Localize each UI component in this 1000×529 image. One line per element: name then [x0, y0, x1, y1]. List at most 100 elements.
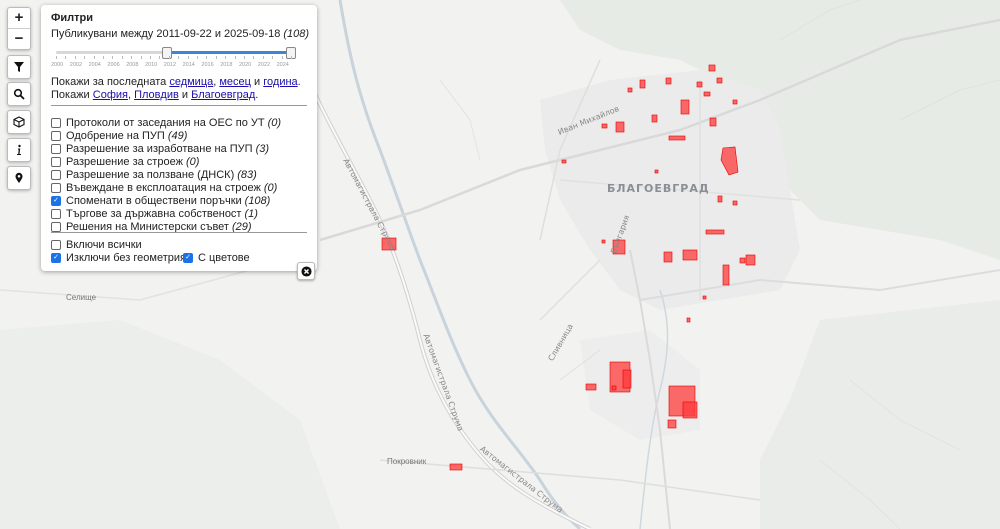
link-plovdiv[interactable]: Пловдив	[134, 89, 179, 101]
slider-tick-label: 2004	[88, 62, 101, 68]
slider-tick	[103, 56, 104, 59]
plot	[639, 79, 646, 89]
category-option[interactable]: ✓ Споменати в обществени поръчки (108)	[51, 194, 270, 207]
slider-tick-label: 2002	[69, 62, 83, 68]
checkbox[interactable]	[51, 208, 61, 219]
divider	[51, 105, 307, 106]
slider-tick-label: 2024	[276, 62, 289, 68]
category-option[interactable]: Разрешение за строеж (0)	[51, 155, 199, 168]
plot	[680, 99, 690, 115]
quick-filters: Покажи за последната седмица, месец и го…	[51, 76, 301, 101]
plot	[627, 87, 633, 93]
slider-tick	[234, 56, 236, 59]
category-label: Въвеждане в експлоатация на строеж	[66, 181, 261, 194]
plot	[709, 117, 717, 127]
slider-tick	[281, 56, 283, 59]
slider-tick-label: 2008	[126, 62, 139, 68]
checkbox[interactable]: ✓	[51, 252, 61, 263]
filter-icon	[14, 62, 24, 72]
slider-tick	[74, 56, 76, 59]
slider-range-fill	[165, 51, 291, 54]
slider-tick	[112, 56, 114, 59]
plot	[601, 239, 606, 244]
checkbox[interactable]	[51, 182, 61, 193]
option-with-colors[interactable]: ✓ С цветове	[183, 251, 250, 264]
link-blagoevgrad[interactable]: Благоевград	[191, 89, 255, 101]
link-sofia[interactable]: София	[93, 89, 128, 101]
checkbox[interactable]	[51, 130, 61, 141]
village-label-pokrovnik: Покровник	[387, 457, 427, 466]
zoom-control: + −	[7, 7, 31, 50]
zoom-in-button[interactable]: +	[8, 8, 30, 28]
slider-tick-label: 2020	[239, 62, 252, 68]
category-label: Протоколи от заседания на ОЕС по УТ	[66, 116, 265, 129]
category-label: Разрешение за ползване (ДНСК)	[66, 168, 235, 181]
slider-tick-label: 2016	[201, 62, 214, 68]
plot	[732, 200, 738, 206]
slider-tick	[253, 56, 255, 59]
slider-tick	[197, 56, 198, 59]
city-label: БЛАГОЕВГРАД	[607, 182, 710, 195]
info-button[interactable]	[7, 138, 31, 162]
option-include-all[interactable]: Включи всички	[51, 238, 142, 251]
category-label: Търгове за държавна собственост	[66, 207, 242, 220]
category-label: Споменати в обществени поръчки	[66, 194, 242, 207]
category-count: (49)	[167, 129, 188, 142]
checkbox[interactable]	[51, 117, 61, 128]
category-option[interactable]: Въвеждане в експлоатация на строеж (0)	[51, 181, 277, 194]
location-button[interactable]	[7, 166, 31, 190]
checkbox[interactable]	[51, 169, 61, 180]
category-option[interactable]: Търгове за държавна собственост (1)	[51, 207, 258, 220]
category-label: Одобрение на ПУП	[66, 129, 165, 142]
published-range: Публикувани между 2011-09-22 и 2025-09-1…	[51, 28, 310, 40]
slider-tick	[121, 56, 123, 59]
filter-panel: Филтри Публикувани между 2011-09-22 и 20…	[41, 5, 317, 271]
plot	[703, 91, 711, 97]
zoom-out-button[interactable]: −	[8, 28, 30, 49]
link-last-year[interactable]: година	[263, 76, 297, 88]
plot	[651, 114, 658, 123]
3d-button[interactable]	[7, 110, 31, 134]
category-option[interactable]: Разрешение за ползване (ДНСК) (83)	[51, 168, 257, 181]
plot	[682, 401, 698, 419]
category-count: (0)	[267, 116, 282, 129]
filter-button[interactable]	[7, 55, 31, 79]
slider-tick-label: 2014	[182, 62, 195, 68]
slider-tick	[56, 56, 57, 59]
link-last-month[interactable]: месец	[219, 76, 251, 88]
plot	[668, 135, 686, 141]
category-count: (108)	[244, 194, 271, 207]
plot	[585, 383, 597, 391]
checkbox[interactable]: ✓	[51, 195, 61, 206]
slider-tick-label: 2012	[163, 62, 177, 68]
search-button[interactable]	[7, 82, 31, 106]
panel-title: Филтри	[51, 12, 94, 24]
slider-tick	[178, 56, 180, 59]
checkbox[interactable]: ✓	[183, 252, 193, 263]
slider-tick-marks	[56, 56, 292, 60]
slider-tick-label: 2010	[145, 62, 158, 68]
category-option[interactable]: Одобрение на ПУП (49)	[51, 129, 187, 142]
info-icon	[17, 144, 21, 155]
plot	[708, 64, 716, 72]
checkbox[interactable]	[51, 221, 61, 232]
category-option[interactable]: Разрешение за изработване на ПУП (3)	[51, 142, 269, 155]
plot	[716, 77, 723, 84]
checkbox[interactable]	[51, 143, 61, 154]
plot	[739, 257, 746, 264]
checkbox[interactable]	[51, 156, 61, 167]
checkbox[interactable]	[51, 239, 61, 250]
plot	[696, 81, 703, 88]
category-label: Разрешение за строеж	[66, 155, 183, 168]
plot	[686, 317, 691, 323]
option-exclude-no-geometry[interactable]: ✓ Изключи без геометрия	[51, 251, 186, 264]
link-last-week[interactable]: седмица	[169, 76, 213, 88]
slider-tick	[187, 56, 189, 59]
close-panel-button[interactable]	[297, 262, 315, 280]
category-count: (29)	[231, 220, 252, 233]
category-option[interactable]: Протоколи от заседания на ОЕС по УТ (0)	[51, 116, 281, 129]
slider-tick-label: 2006	[107, 62, 120, 68]
plot	[663, 251, 673, 263]
slider-tick-labels: 2000 2002 2004 2006 2008 2010 2012 2014 2016 2018…	[51, 62, 292, 72]
slider-tick	[272, 56, 274, 59]
